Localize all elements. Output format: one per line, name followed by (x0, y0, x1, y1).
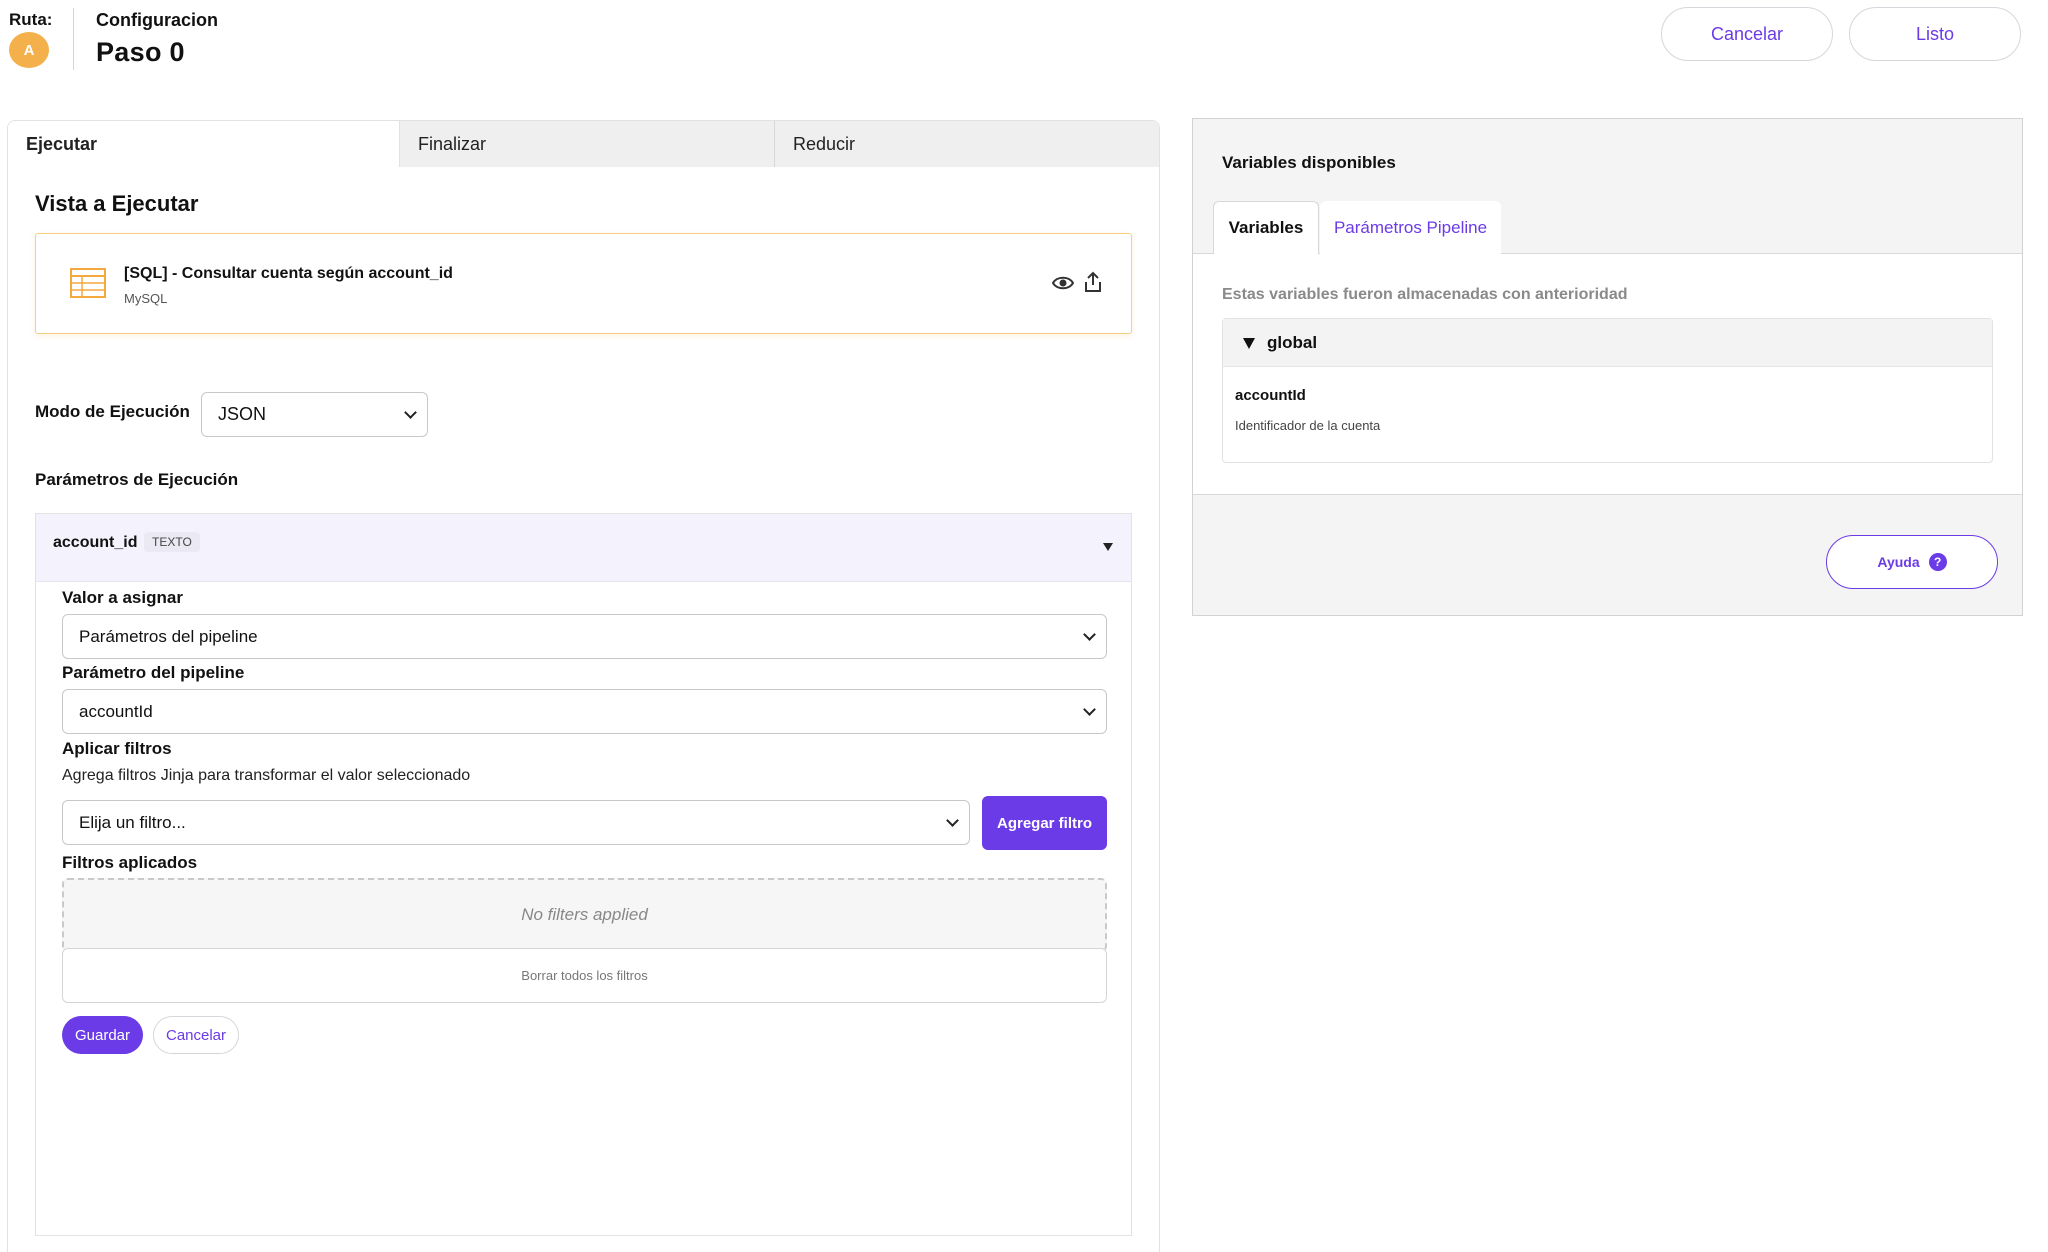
chevron-down-icon (1083, 702, 1096, 716)
share-icon[interactable] (1083, 271, 1103, 293)
variable-group: global accountId Identificador de la cue… (1222, 318, 1993, 463)
execution-mode-label: Modo de Ejecución (35, 402, 190, 421)
apply-filters-description: Agrega filtros Jinja para transformar el… (62, 767, 471, 784)
value-assign-value: Parámetros del pipeline (79, 626, 258, 646)
cancel-button[interactable]: Cancelar (1661, 7, 1833, 61)
variables-list: Estas variables fueron almacenadas con a… (1193, 254, 2022, 495)
chevron-down-icon (946, 813, 959, 827)
tab-variables[interactable]: Variables (1213, 201, 1319, 255)
variables-hint: Estas variables fueron almacenadas con a… (1222, 286, 1628, 303)
help-label: Ayuda (1877, 554, 1920, 570)
tab-finalizar[interactable]: Finalizar (400, 121, 775, 167)
param-type-badge: TEXTO (144, 532, 200, 552)
execution-mode-select[interactable]: JSON (201, 392, 428, 437)
header-divider (73, 8, 74, 70)
tab-pipeline-params[interactable]: Parámetros Pipeline (1320, 201, 1501, 255)
caret-down-icon (1103, 543, 1113, 551)
pipeline-param-value: accountId (79, 701, 153, 721)
step-heading: Configuracion Paso 0 (96, 10, 218, 68)
variables-tabs: Variables Parámetros Pipeline (1193, 201, 2022, 255)
eye-icon[interactable] (1052, 274, 1074, 292)
query-name: [SQL] - Consultar cuenta según account_i… (124, 265, 453, 282)
query-type: MySQL (124, 291, 168, 306)
param-accordion: account_id TEXTO Valor a asignar Parámet… (35, 513, 1132, 1236)
filter-select-placeholder: Elija un filtro... (79, 812, 186, 832)
route-indicator: Ruta: A (9, 10, 63, 68)
clear-filters-button[interactable]: Borrar todos los filtros (62, 948, 1107, 1003)
applied-filters-label: Filtros aplicados (62, 853, 198, 872)
execution-params-label: Parámetros de Ejecución (35, 470, 239, 489)
step-tabs: Ejecutar Finalizar Reducir (8, 121, 1159, 167)
variable-group-header[interactable]: global (1223, 319, 1992, 367)
save-button[interactable]: Guardar (62, 1016, 143, 1054)
param-name: account_id (53, 534, 138, 551)
step-subtitle: Configuracion (96, 10, 218, 30)
execution-mode-value: JSON (218, 404, 267, 424)
variable-group-name: global (1267, 333, 1318, 352)
route-label: Ruta: (9, 10, 53, 29)
pipeline-param-select[interactable]: accountId (62, 689, 1107, 734)
query-card[interactable]: [SQL] - Consultar cuenta según account_i… (35, 233, 1132, 334)
tab-ejecutar[interactable]: Ejecutar (8, 121, 400, 167)
chevron-down-icon (1083, 627, 1096, 641)
section-title: Vista a Ejecutar (35, 191, 199, 216)
chevron-down-icon (404, 405, 417, 419)
pipeline-param-label: Parámetro del pipeline (62, 663, 245, 682)
param-accordion-header[interactable]: account_id TEXTO (36, 514, 1131, 582)
variables-panel: Variables disponibles Variables Parámetr… (1192, 118, 2023, 616)
help-icon: ? (1928, 553, 1947, 571)
filter-select[interactable]: Elija un filtro... (62, 800, 970, 845)
applied-filters-empty: No filters applied (62, 878, 1107, 952)
triangle-down-icon (1243, 338, 1255, 349)
tab-reducir[interactable]: Reducir (775, 121, 1159, 167)
help-button[interactable]: Ayuda ? (1826, 535, 1998, 589)
route-badge: A (9, 32, 49, 68)
page-title: Paso 0 (96, 37, 185, 67)
variables-panel-title: Variables disponibles (1222, 153, 1396, 172)
done-button[interactable]: Listo (1849, 7, 2021, 61)
variable-name[interactable]: accountId (1235, 387, 1306, 404)
param-cancel-button[interactable]: Cancelar (153, 1016, 239, 1054)
page-header: Ruta: A Configuracion Paso 0 Cancelar Li… (0, 0, 2048, 80)
step-config-panel: Ejecutar Finalizar Reducir Vista a Ejecu… (7, 120, 1160, 1252)
table-icon (70, 268, 106, 298)
variable-description: Identificador de la cuenta (1235, 418, 1381, 433)
value-assign-label: Valor a asignar (62, 588, 183, 607)
apply-filters-label: Aplicar filtros (62, 739, 172, 758)
add-filter-button[interactable]: Agregar filtro (982, 796, 1107, 850)
value-assign-select[interactable]: Parámetros del pipeline (62, 614, 1107, 659)
